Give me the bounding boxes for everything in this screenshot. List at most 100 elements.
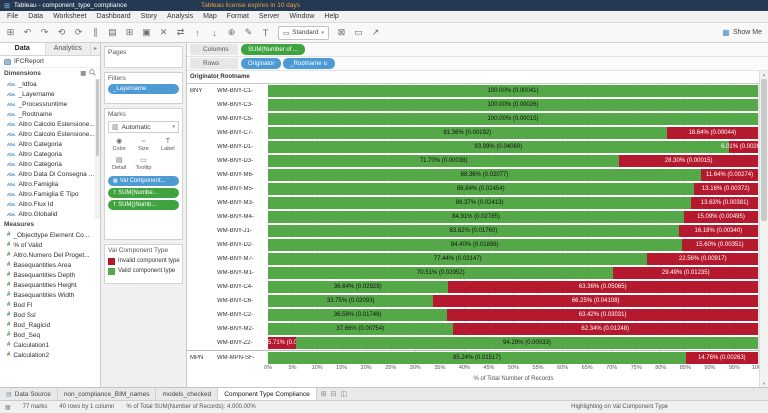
bar-segment[interactable]: 84.91% (0.02785) [268, 211, 684, 223]
bar-segment[interactable]: 6.01% (0.00260) [729, 141, 758, 153]
fix-axes-icon[interactable]: ⊠ [335, 27, 348, 38]
bar-segment[interactable]: 13.16% (0.00372) [694, 183, 758, 195]
show-me-button[interactable]: ▦ Show Me [722, 28, 764, 37]
row-name-label[interactable]: WM-BNY-M3- [217, 200, 268, 206]
bar-segment[interactable]: 100.00% (0.00015) [268, 113, 758, 125]
bar-segment[interactable]: 62.34% (0.01248) [453, 323, 758, 335]
dimension-field[interactable]: Abc Altro.Flux Id [0, 199, 100, 209]
new-dashboard-icon[interactable]: ⊟ [331, 390, 337, 398]
row-name-label[interactable]: WM-BNY-M6- [217, 172, 268, 178]
measure-field[interactable]: # Calculation2 [0, 350, 100, 360]
bar-segment[interactable]: 84.40% (0.01898) [268, 239, 682, 251]
measure-field[interactable]: # _Objecttype Element Co... [0, 230, 100, 240]
bar-segment[interactable]: 88.36% (0.02077) [268, 169, 701, 181]
menu-item[interactable]: Data [23, 13, 48, 20]
header-originator[interactable]: Originator [187, 74, 217, 80]
dimension-field[interactable]: Abc _Processruntime [0, 99, 100, 109]
new-story-icon[interactable]: ◫ [341, 390, 348, 398]
revert-icon[interactable]: ⟲ [55, 27, 68, 38]
dimension-field[interactable]: Abc Altro.Famiglia E Tipo [0, 189, 100, 199]
clear-sheet-icon[interactable]: ✕ [157, 27, 170, 38]
tab-data[interactable]: Data [0, 43, 46, 55]
measure-field[interactable]: # Bod Fl [0, 300, 100, 310]
dimension-field[interactable]: Abc _Rootname [0, 109, 100, 119]
row-name-label[interactable]: WM-BNY-Z2- [217, 340, 268, 346]
menu-item[interactable]: Window [285, 13, 320, 20]
pane-chevron-icon[interactable]: ▸ [91, 43, 100, 55]
dimension-field[interactable]: Abc Altro Data Di Consegna ... [0, 169, 100, 179]
menu-item[interactable]: Map [198, 13, 222, 20]
bar-segment[interactable]: 14.76% (0.00263) [686, 352, 758, 364]
shelf-pill[interactable]: SUM(Number of ... [241, 44, 305, 55]
tableau-start-icon[interactable]: ⊞ [4, 27, 17, 38]
bar-segment[interactable]: 16.18% (0.00340) [679, 225, 758, 237]
scrollbar-thumb[interactable] [96, 79, 99, 156]
menu-item[interactable]: Worksheet [48, 13, 91, 20]
scroll-up-icon[interactable]: ▲ [760, 72, 768, 77]
bar-segment[interactable]: 100.00% (0.00026) [268, 99, 758, 111]
measure-field[interactable]: # Altro.Numero Del Proget... [0, 250, 100, 260]
bar-segment[interactable]: 86.84% (0.02454) [268, 183, 694, 195]
sheet-tab[interactable]: models_checked [156, 388, 218, 400]
menu-item[interactable]: File [2, 13, 23, 20]
bar-segment[interactable]: 70.51% (0.02952) [268, 267, 613, 279]
redo-icon[interactable]: ↷ [38, 27, 51, 38]
dimensions-scrollbar[interactable] [95, 79, 100, 219]
tab-analytics[interactable]: Analytics [46, 43, 92, 55]
dimension-field[interactable]: Abc Altro Calcolo Estensione... [0, 129, 100, 139]
row-group-label[interactable]: MPN [187, 355, 217, 361]
duplicate-sheet-icon[interactable]: ▣ [140, 27, 153, 38]
color-button[interactable]: ◉ Color [108, 136, 130, 153]
label-button[interactable]: T Label [157, 136, 179, 153]
bar-segment[interactable]: 11.64% (0.00274) [701, 169, 758, 181]
bar-segment[interactable]: 94.29% (0.00033) [296, 337, 758, 349]
bar-segment[interactable]: 81.36% (0.00192) [268, 127, 667, 139]
presentation-mode-icon[interactable]: ▭ [352, 27, 365, 38]
header-rootname[interactable]: _Rootname [217, 74, 268, 80]
pause-updates-icon[interactable]: ∥ [89, 27, 102, 38]
bar-segment[interactable]: 29.49% (0.01235) [613, 267, 758, 279]
bar-segment[interactable]: 36.64% (0.02929) [268, 281, 448, 293]
bar-segment[interactable]: 100.00% (0.00041) [268, 85, 758, 97]
bar-segment[interactable]: 37.66% (0.00754) [268, 323, 453, 335]
group-members-icon[interactable]: ⊕ [225, 27, 238, 38]
row-name-label[interactable]: WM-BNY-M5- [217, 186, 268, 192]
dimension-field[interactable]: Abc _Idfoa [0, 79, 100, 89]
size-button[interactable]: ⇔ Size [132, 136, 154, 153]
mark-type-dropdown[interactable]: ▥ Automatic ▾ [108, 121, 179, 133]
row-name-label[interactable]: WM-BNY-M4- [217, 214, 268, 220]
highlight-icon[interactable]: ✎ [242, 27, 255, 38]
measure-field[interactable]: # Basequantities Area [0, 260, 100, 270]
measure-field[interactable]: # Bod_Seq [0, 330, 100, 340]
row-group-label[interactable]: BNY [187, 88, 217, 94]
bar-segment[interactable]: 28.30% (0.00015) [619, 155, 758, 167]
row-name-label[interactable]: WM-BNY-J1- [217, 228, 268, 234]
dimension-field[interactable]: Abc Altro.Globalid [0, 209, 100, 219]
dimension-field[interactable]: Abc Altro Categoria [0, 139, 100, 149]
vertical-scrollbar[interactable]: ▲ ▼ [759, 71, 768, 387]
sheet-tab[interactable]: ▤ Data Source [0, 388, 58, 400]
tooltip-button[interactable]: ▭ Tooltip [132, 155, 154, 172]
row-name-label[interactable]: WM-BNY-C5- [217, 116, 268, 122]
bar-segment[interactable]: 22.56% (0.00917) [647, 253, 758, 265]
measure-field[interactable]: # Basequantities Height [0, 280, 100, 290]
bar-segment[interactable]: 15.60% (0.00351) [682, 239, 758, 251]
row-name-label[interactable]: WM-MPN-SF- [217, 355, 268, 361]
shelf-pill[interactable]: Originator [241, 58, 281, 69]
bar-segment[interactable]: 66.25% (0.04108) [433, 295, 758, 307]
measure-field[interactable]: # Basequantities Depth [0, 270, 100, 280]
pill-sum-number-2[interactable]: T SUM()Numb... [108, 200, 179, 210]
menu-item[interactable]: Story [136, 13, 162, 20]
menu-item[interactable]: Analysis [162, 13, 198, 20]
dimension-field[interactable]: Abc _Layername [0, 89, 100, 99]
sort-ascending-icon[interactable]: ↑ [191, 28, 204, 38]
add-datasource-icon[interactable]: ▤ [106, 27, 119, 38]
legend-item[interactable]: Invalid component type [108, 256, 179, 266]
bar-segment[interactable]: 36.58% (0.01748) [268, 309, 447, 321]
sheet-tab[interactable]: Component Type Compliance [218, 388, 317, 400]
bar-segment[interactable]: 33.75% (0.02093) [268, 295, 433, 307]
fit-selector[interactable]: ▭ Standard ▾ [278, 26, 329, 40]
search-icon[interactable] [89, 69, 96, 78]
row-name-label[interactable]: WM-BNY-C7- [217, 130, 268, 136]
measure-field[interactable]: # Bod Ssl [0, 310, 100, 320]
